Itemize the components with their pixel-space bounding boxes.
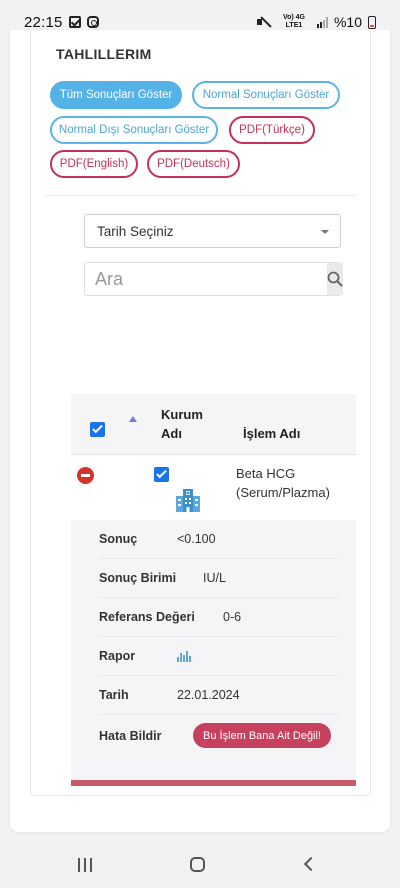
hospital-building-icon (176, 489, 200, 512)
results-table: Kurum Adı İşlem Adı Beta HCG (Serum/Plaz… (71, 394, 356, 786)
table-footer-bar (71, 780, 356, 786)
status-time: 22:15 (24, 13, 63, 31)
page-card: TAHLILLERIM Tüm Sonuçları Göster Normal … (10, 30, 390, 832)
back-icon[interactable] (303, 856, 319, 872)
detail-label: Referans Değeri (99, 610, 195, 624)
report-chart-icon[interactable] (177, 651, 191, 662)
sort-up-icon[interactable] (129, 416, 137, 422)
detail-value: 22.01.2024 (177, 688, 240, 702)
detail-value: 0-6 (223, 610, 242, 624)
collapse-row-icon[interactable] (77, 467, 94, 484)
network-indicator: Vo) 4G LTE1 (282, 14, 305, 29)
column-header-institution[interactable]: Kurum Adı (161, 405, 211, 443)
recent-apps-icon[interactable] (78, 858, 92, 872)
table-row: Beta HCG (Serum/Plazma) (71, 454, 356, 520)
filter-all-results-button[interactable]: Tüm Sonuçları Göster (50, 81, 182, 109)
battery-percent: %10 (333, 14, 362, 30)
detail-label: Hata Bildir (99, 729, 162, 743)
section-title: TAHLILLERIM (56, 46, 152, 62)
detail-date: Tarih 22.01.2024 (99, 676, 339, 715)
report-error-button[interactable]: Bu İşlem Bana Ait Değil! (193, 723, 332, 748)
results-panel: TAHLILLERIM Tüm Sonuçları Göster Normal … (30, 30, 371, 796)
caret-down-icon (321, 230, 329, 234)
detail-value: <0.100 (177, 532, 216, 546)
pdf-turkish-button[interactable]: PDF(Türkçe) (229, 116, 315, 144)
pdf-german-button[interactable]: PDF(Deutsch) (147, 150, 240, 178)
instagram-icon (86, 16, 99, 28)
battery-icon (368, 15, 376, 29)
filter-abnormal-results-button[interactable]: Normal Dışı Sonuçları Göster (50, 116, 218, 144)
detail-value: IU/L (203, 571, 226, 585)
detail-label: Sonuç (99, 532, 138, 546)
detail-report-error: Hata Bildir Bu İşlem Bana Ait Değil! (99, 715, 339, 757)
search-button[interactable] (327, 263, 343, 295)
mute-icon (256, 16, 271, 28)
system-nav-bar (0, 840, 400, 888)
column-header-operation[interactable]: İşlem Adı (243, 424, 300, 443)
date-select[interactable]: Tarih Seçiniz (84, 214, 341, 248)
search-box (84, 262, 343, 296)
signal-icon (316, 16, 328, 28)
search-icon (327, 271, 343, 287)
select-all-checkbox[interactable] (90, 422, 105, 437)
detail-result: Sonuç <0.100 (99, 520, 339, 559)
divider (44, 195, 357, 196)
detail-label: Rapor (99, 649, 136, 663)
home-icon[interactable] (190, 857, 205, 872)
detail-reference: Referans Değeri 0-6 (99, 598, 339, 637)
date-select-value: Tarih Seçiniz (97, 223, 174, 239)
row-checkbox[interactable] (154, 467, 169, 482)
detail-label: Tarih (99, 688, 129, 702)
detail-report: Rapor (99, 637, 339, 676)
pdf-english-button[interactable]: PDF(English) (50, 150, 138, 178)
filter-normal-results-button[interactable]: Normal Sonuçları Göster (192, 81, 340, 109)
detail-unit: Sonuç Birimi IU/L (99, 559, 339, 598)
operation-name: Beta HCG (Serum/Plazma) (236, 466, 330, 500)
notification-check-icon (68, 16, 81, 28)
detail-label: Sonuç Birimi (99, 571, 177, 585)
table-header: Kurum Adı İşlem Adı (71, 394, 356, 454)
search-input[interactable] (85, 263, 327, 295)
